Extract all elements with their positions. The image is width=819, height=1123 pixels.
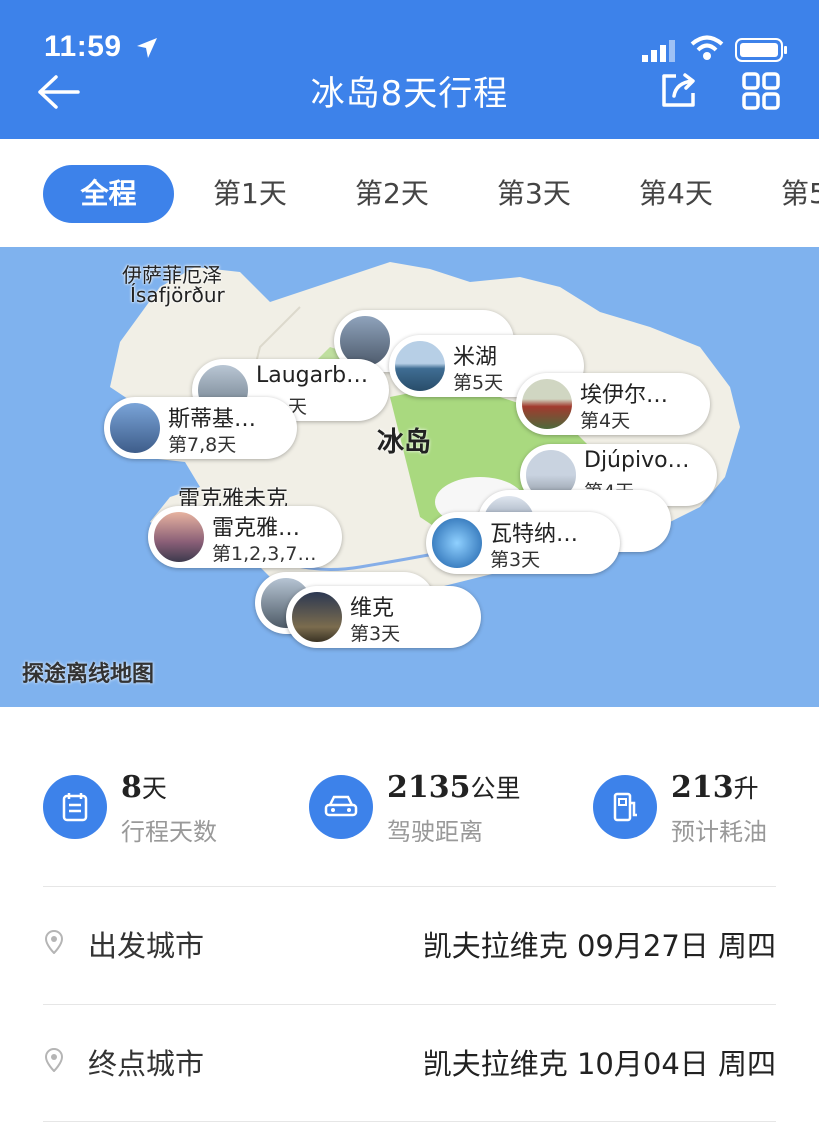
car-icon (324, 795, 358, 817)
departure-city-row[interactable]: 出发城市 凯夫拉维克 09月27日 周四 (43, 886, 776, 1004)
place-photo (430, 516, 484, 570)
map-pin-stykkisholmur[interactable]: 斯蒂基… 第7,8天 (104, 397, 297, 459)
tab-day-5[interactable]: 第5 (781, 165, 819, 223)
trip-map[interactable]: 伊萨菲厄泽 Ísafjörður 雷克雅未克 冰岛 Laugarb… 天 米湖 … (0, 247, 819, 707)
tab-day-4[interactable]: 第4天 (639, 165, 713, 223)
place-photo (108, 401, 162, 455)
map-pin-vatnajokull[interactable]: 瓦特纳… 第3天 (426, 512, 620, 574)
battery-icon (735, 38, 787, 62)
map-pin-vik[interactable]: 维克 第3天 (286, 586, 481, 648)
location-pin-icon (45, 930, 63, 954)
place-photo (393, 339, 447, 393)
place-photo (152, 510, 206, 564)
location-pin-icon (45, 1048, 63, 1072)
day-tabs: 全程 第1天 第2天 第3天 第4天 第5 (0, 139, 819, 247)
map-pin-egilsstadir[interactable]: 埃伊尔… 第4天 (516, 373, 710, 435)
calendar-icon (62, 793, 88, 822)
app-header: 11:59 冰岛8天行程 (0, 0, 819, 139)
tab-all[interactable]: 全程 (43, 165, 174, 223)
arrival-label: 终点城市 (88, 1047, 205, 1081)
map-attribution: 探途离线地图 (22, 662, 155, 687)
departure-value: 凯夫拉维克 09月27日 周四 (422, 929, 776, 963)
arrival-city-row[interactable]: 终点城市 凯夫拉维克 10月04日 周四 (43, 1004, 776, 1122)
place-photo (520, 377, 574, 431)
map-pin-reykjavik[interactable]: 雷克雅… 第1,2,3,7… (148, 506, 342, 568)
map-center-label: 冰岛 (377, 427, 431, 458)
share-icon[interactable] (660, 71, 698, 109)
place-photo (290, 590, 344, 644)
departure-label: 出发城市 (88, 929, 205, 963)
grid-menu-icon[interactable] (742, 72, 780, 110)
tab-day-2[interactable]: 第2天 (355, 165, 429, 223)
trip-stats: 8天 行程天数 2135公里 驾驶距离 213升 预计耗油 (0, 707, 819, 887)
tab-day-3[interactable]: 第3天 (497, 165, 571, 223)
status-time: 11:59 (44, 30, 122, 63)
arrival-value: 凯夫拉维克 10月04日 周四 (422, 1047, 776, 1081)
divider (43, 1121, 776, 1122)
label-isafjordur: Ísafjörður (130, 283, 225, 307)
location-arrow-icon (137, 38, 157, 58)
signal-icon (642, 40, 675, 62)
wifi-icon (690, 35, 724, 60)
tab-day-1[interactable]: 第1天 (213, 165, 287, 223)
fuel-pump-icon (613, 792, 637, 822)
